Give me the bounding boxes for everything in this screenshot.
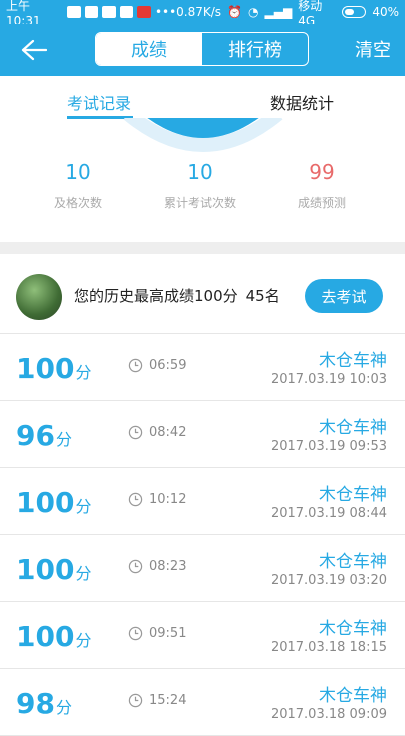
duration-text: 15:24 — [149, 693, 187, 708]
score-value: 100 — [16, 486, 75, 519]
more-dots-icon: ••• — [154, 5, 177, 19]
record-duration: 08:42 — [128, 425, 186, 440]
record-score: 100分 — [16, 620, 91, 653]
score-value: 96 — [16, 419, 55, 452]
record-score: 98分 — [16, 687, 72, 720]
qq-icon — [119, 6, 134, 18]
exam-record-list: 100分 06:59 木仓车神 2017.03.19 10:03 96分 08:… — [0, 334, 405, 736]
list-item[interactable]: 96分 08:42 木仓车神 2017.03.19 09:53 — [0, 401, 405, 468]
stat-pass-count: 10 及格次数 — [18, 160, 138, 211]
score-unit: 分 — [75, 631, 92, 650]
best-score-card: 您的历史最高成绩100分 45名 去考试 — [0, 254, 405, 334]
list-item[interactable]: 100分 06:59 木仓车神 2017.03.19 10:03 — [0, 334, 405, 401]
duration-text: 08:42 — [149, 425, 187, 440]
record-time: 2017.03.19 03:20 — [270, 573, 387, 588]
status-bar: 上午10:31 ••• 0.87K/s ⏰ ◔ ▂▄▆ 移动4G 40% — [0, 0, 405, 28]
battery-icon — [342, 6, 367, 18]
record-user: 木仓车神 — [319, 619, 387, 639]
alarm-icon: ⏰ — [227, 5, 243, 19]
tab-leaderboard[interactable]: 排行榜 — [202, 33, 308, 65]
back-button[interactable] — [14, 34, 54, 66]
notification-icon — [84, 6, 99, 18]
clock-icon — [128, 626, 143, 641]
clock-icon — [128, 492, 143, 507]
stat-value: 10 — [187, 160, 213, 184]
record-user: 木仓车神 — [319, 552, 387, 572]
score-value: 98 — [16, 687, 55, 720]
battery-text: 40% — [372, 5, 399, 19]
list-item[interactable]: 100分 09:51 木仓车神 2017.03.18 18:15 — [0, 602, 405, 669]
score-value: 100 — [16, 553, 75, 586]
notification-icon — [66, 6, 81, 18]
clock-icon — [128, 425, 143, 440]
record-duration: 09:51 — [128, 626, 186, 641]
stat-label: 成绩预测 — [297, 196, 346, 210]
score-unit: 分 — [55, 430, 72, 449]
record-score: 100分 — [16, 352, 91, 385]
stat-total-exams: 10 累计考试次数 — [140, 160, 260, 211]
record-score: 100分 — [16, 486, 91, 519]
record-duration: 10:12 — [128, 492, 186, 507]
record-score: 100分 — [16, 553, 91, 586]
record-time: 2017.03.18 18:15 — [270, 640, 387, 655]
record-time: 2017.03.19 09:53 — [270, 439, 387, 454]
score-value: 100 — [16, 352, 75, 385]
stat-label: 及格次数 — [53, 196, 102, 210]
clear-button[interactable]: 清空 — [355, 36, 391, 62]
wechat-icon — [102, 6, 116, 18]
record-user: 木仓车神 — [319, 485, 387, 505]
record-user: 木仓车神 — [319, 686, 387, 706]
list-item[interactable]: 98分 15:24 木仓车神 2017.03.18 09:09 — [0, 669, 405, 736]
record-duration: 08:23 — [128, 559, 186, 574]
stat-value: 99 — [309, 160, 335, 184]
top-nav: 成绩 排行榜 清空 — [0, 24, 405, 76]
score-unit: 分 — [55, 698, 72, 717]
duration-text: 08:23 — [149, 559, 187, 574]
best-score-text: 您的历史最高成绩100分 45名 — [74, 285, 280, 306]
clock-icon — [128, 358, 143, 373]
tab-data-stats[interactable]: 数据统计 — [270, 90, 334, 114]
section-divider — [0, 242, 405, 254]
score-unit: 分 — [75, 363, 92, 382]
stats-row: 10 及格次数 10 累计考试次数 99 成绩预测 — [0, 160, 405, 230]
stat-label: 累计考试次数 — [163, 196, 236, 210]
record-user: 木仓车神 — [319, 418, 387, 438]
take-exam-button[interactable]: 去考试 — [305, 279, 383, 313]
best-rank: 45名 — [245, 287, 280, 305]
record-user: 木仓车神 — [319, 351, 387, 371]
score-gauge-arc — [0, 118, 405, 154]
clock-icon — [128, 693, 143, 708]
tab-scores[interactable]: 成绩 — [96, 33, 202, 65]
record-duration: 15:24 — [128, 693, 186, 708]
record-time: 2017.03.19 08:44 — [270, 506, 387, 521]
list-item[interactable]: 100分 10:12 木仓车神 2017.03.19 08:44 — [0, 468, 405, 535]
duration-text: 10:12 — [149, 492, 187, 507]
avatar — [16, 274, 62, 320]
record-duration: 06:59 — [128, 358, 186, 373]
score-unit: 分 — [75, 564, 92, 583]
back-arrow-icon — [21, 39, 47, 61]
clock-icon — [128, 559, 143, 574]
score-value: 100 — [16, 620, 75, 653]
list-item[interactable]: 100分 08:23 木仓车神 2017.03.19 03:20 — [0, 535, 405, 602]
record-time: 2017.03.19 10:03 — [270, 372, 387, 387]
net-speed: 0.87K/s — [176, 5, 222, 19]
record-score: 96分 — [16, 419, 72, 452]
sub-tabs: 考试记录 数据统计 — [0, 76, 405, 122]
tab-exam-records[interactable]: 考试记录 — [67, 90, 131, 114]
score-unit: 分 — [75, 497, 92, 516]
duration-text: 06:59 — [149, 358, 187, 373]
app-icon — [137, 6, 151, 18]
segment-control: 成绩 排行榜 — [95, 32, 309, 66]
stat-score-prediction: 99 成绩预测 — [262, 160, 382, 211]
signal-icon: ▂▄▆ — [264, 5, 293, 19]
wifi-icon: ◔ — [248, 5, 259, 19]
stat-value: 10 — [65, 160, 91, 184]
duration-text: 09:51 — [149, 626, 187, 641]
best-score-label: 您的历史最高成绩100分 — [74, 287, 238, 305]
